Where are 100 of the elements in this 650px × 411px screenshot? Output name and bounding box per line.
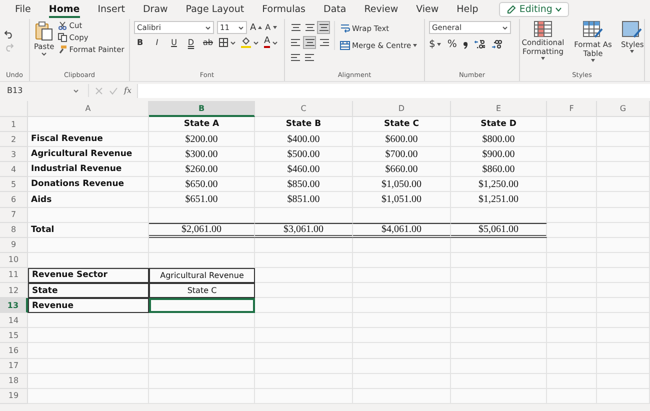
row-header[interactable]: 7 [0, 208, 28, 223]
sheet-cell[interactable]: Revenue [28, 298, 149, 314]
row-header[interactable]: 4 [0, 162, 28, 178]
sheet-cell[interactable]: State [28, 283, 149, 298]
sheet-cell[interactable]: State B [255, 117, 353, 132]
align-center-button[interactable] [303, 36, 316, 49]
double-underline-button[interactable]: D [185, 38, 197, 47]
row-header[interactable]: 19 [0, 388, 28, 404]
sheet-cell[interactable]: $900.00 [451, 147, 547, 162]
sheet-cell[interactable]: Industrial Revenue [28, 162, 149, 178]
row-header[interactable]: 18 [0, 374, 28, 389]
menu-tab[interactable]: Formulas [253, 0, 314, 19]
row-header[interactable]: 2 [0, 132, 28, 148]
sheet-cell[interactable] [451, 208, 547, 223]
row-header[interactable]: 9 [0, 238, 28, 253]
sheet-cell[interactable]: $460.00 [255, 162, 353, 178]
sheet-cell[interactable]: $800.00 [451, 132, 547, 148]
sheet-cell[interactable] [255, 313, 353, 328]
sheet-cell[interactable]: State D [451, 117, 547, 132]
sheet-cell[interactable]: $850.00 [255, 177, 353, 192]
column-header[interactable]: E [451, 101, 547, 117]
sheet-cell[interactable]: $860.00 [451, 162, 547, 178]
italic-button[interactable]: I [151, 38, 163, 47]
row-header[interactable]: 1 [0, 117, 28, 132]
column-header[interactable]: D [353, 101, 451, 117]
bold-button[interactable]: B [134, 38, 146, 47]
row-header[interactable]: 3 [0, 147, 28, 162]
menu-tab[interactable]: Page Layout [176, 0, 254, 19]
sheet-cell[interactable] [28, 208, 149, 223]
row-header[interactable]: 5 [0, 177, 28, 192]
sheet-cell[interactable]: $400.00 [255, 132, 353, 148]
sheet-cell[interactable]: $1,050.00 [353, 177, 451, 192]
sheet-cell[interactable] [255, 238, 353, 253]
undo-button[interactable] [4, 29, 14, 39]
decrease-decimal-button[interactable] [490, 40, 502, 49]
sheet-cell[interactable]: $3,061.00 [255, 222, 353, 238]
row-header[interactable]: 17 [0, 358, 28, 374]
sheet-cell[interactable] [255, 252, 353, 268]
percent-button[interactable]: % [447, 39, 457, 50]
row-header[interactable]: 16 [0, 343, 28, 358]
menu-tab[interactable]: File [6, 0, 40, 19]
sheet-cell[interactable] [255, 208, 353, 223]
shrink-font-button[interactable]: A [265, 23, 277, 32]
sheet-cell[interactable] [353, 238, 451, 253]
sheet-cell[interactable]: $500.00 [255, 147, 353, 162]
column-header[interactable]: B [149, 101, 255, 117]
sheet-cell[interactable] [28, 388, 149, 404]
column-header[interactable]: G [597, 101, 650, 117]
sheet-cell[interactable]: $660.00 [353, 162, 451, 178]
currency-button[interactable]: $ [429, 39, 442, 50]
row-header[interactable]: 8 [0, 222, 28, 238]
sheet-cell[interactable] [547, 117, 597, 132]
align-bottom-button[interactable] [317, 21, 330, 34]
sheet-cell[interactable]: State C [149, 283, 255, 298]
sheet-cell[interactable]: $200.00 [149, 132, 255, 148]
sheet-cell[interactable] [255, 298, 353, 314]
row-header[interactable]: 10 [0, 252, 28, 268]
menu-tab[interactable]: Draw [134, 0, 177, 19]
grow-font-button[interactable]: A [250, 22, 262, 32]
sheet-cell[interactable]: Aids [28, 192, 149, 208]
underline-button[interactable]: U [168, 38, 180, 47]
sheet-cell[interactable] [28, 374, 149, 389]
increase-decimal-button[interactable] [474, 40, 485, 49]
comma-style-button[interactable] [462, 40, 468, 48]
sheet-cell[interactable]: $651.00 [149, 192, 255, 208]
sheet-cell[interactable]: $260.00 [149, 162, 255, 178]
menu-tab[interactable]: Review [355, 0, 408, 19]
editing-button[interactable]: Editing [499, 2, 570, 17]
insert-function-button[interactable]: fx [124, 86, 132, 95]
sheet-cell[interactable]: $700.00 [353, 147, 451, 162]
sheet-cell[interactable] [28, 343, 149, 358]
align-left-button[interactable] [289, 36, 302, 49]
sheet-cell[interactable]: $600.00 [353, 132, 451, 148]
menu-tab[interactable]: Help [448, 0, 488, 19]
row-header[interactable]: 14 [0, 313, 28, 328]
column-header[interactable]: F [547, 101, 597, 117]
select-all-corner[interactable] [0, 101, 28, 117]
sheet-cell[interactable] [255, 283, 353, 298]
row-header[interactable]: 13 [0, 298, 28, 314]
menu-tab[interactable]: Data [314, 0, 356, 19]
fill-color-button[interactable] [241, 37, 259, 48]
menu-tab[interactable]: Home [40, 0, 89, 19]
sheet-cell[interactable]: $650.00 [149, 177, 255, 192]
sheet-cell[interactable]: $1,250.00 [451, 177, 547, 192]
align-right-button[interactable] [317, 36, 330, 49]
align-middle-button[interactable] [303, 21, 316, 34]
sheet-cell[interactable] [28, 313, 149, 328]
borders-button[interactable] [219, 38, 236, 47]
sheet-cell[interactable] [353, 208, 451, 223]
sheet-cell[interactable]: $1,051.00 [353, 192, 451, 208]
row-header[interactable]: 12 [0, 283, 28, 298]
sheet-cell[interactable]: $4,061.00 [353, 222, 451, 238]
font-color-button[interactable]: A [264, 37, 278, 48]
sheet-cell[interactable] [28, 238, 149, 253]
increase-indent-button[interactable] [303, 51, 316, 64]
sheet-cell[interactable] [28, 358, 149, 374]
formula-input[interactable] [137, 84, 650, 98]
sheet-cell[interactable] [149, 313, 255, 328]
menu-tab[interactable]: Insert [88, 0, 134, 19]
row-header[interactable]: 15 [0, 328, 28, 344]
